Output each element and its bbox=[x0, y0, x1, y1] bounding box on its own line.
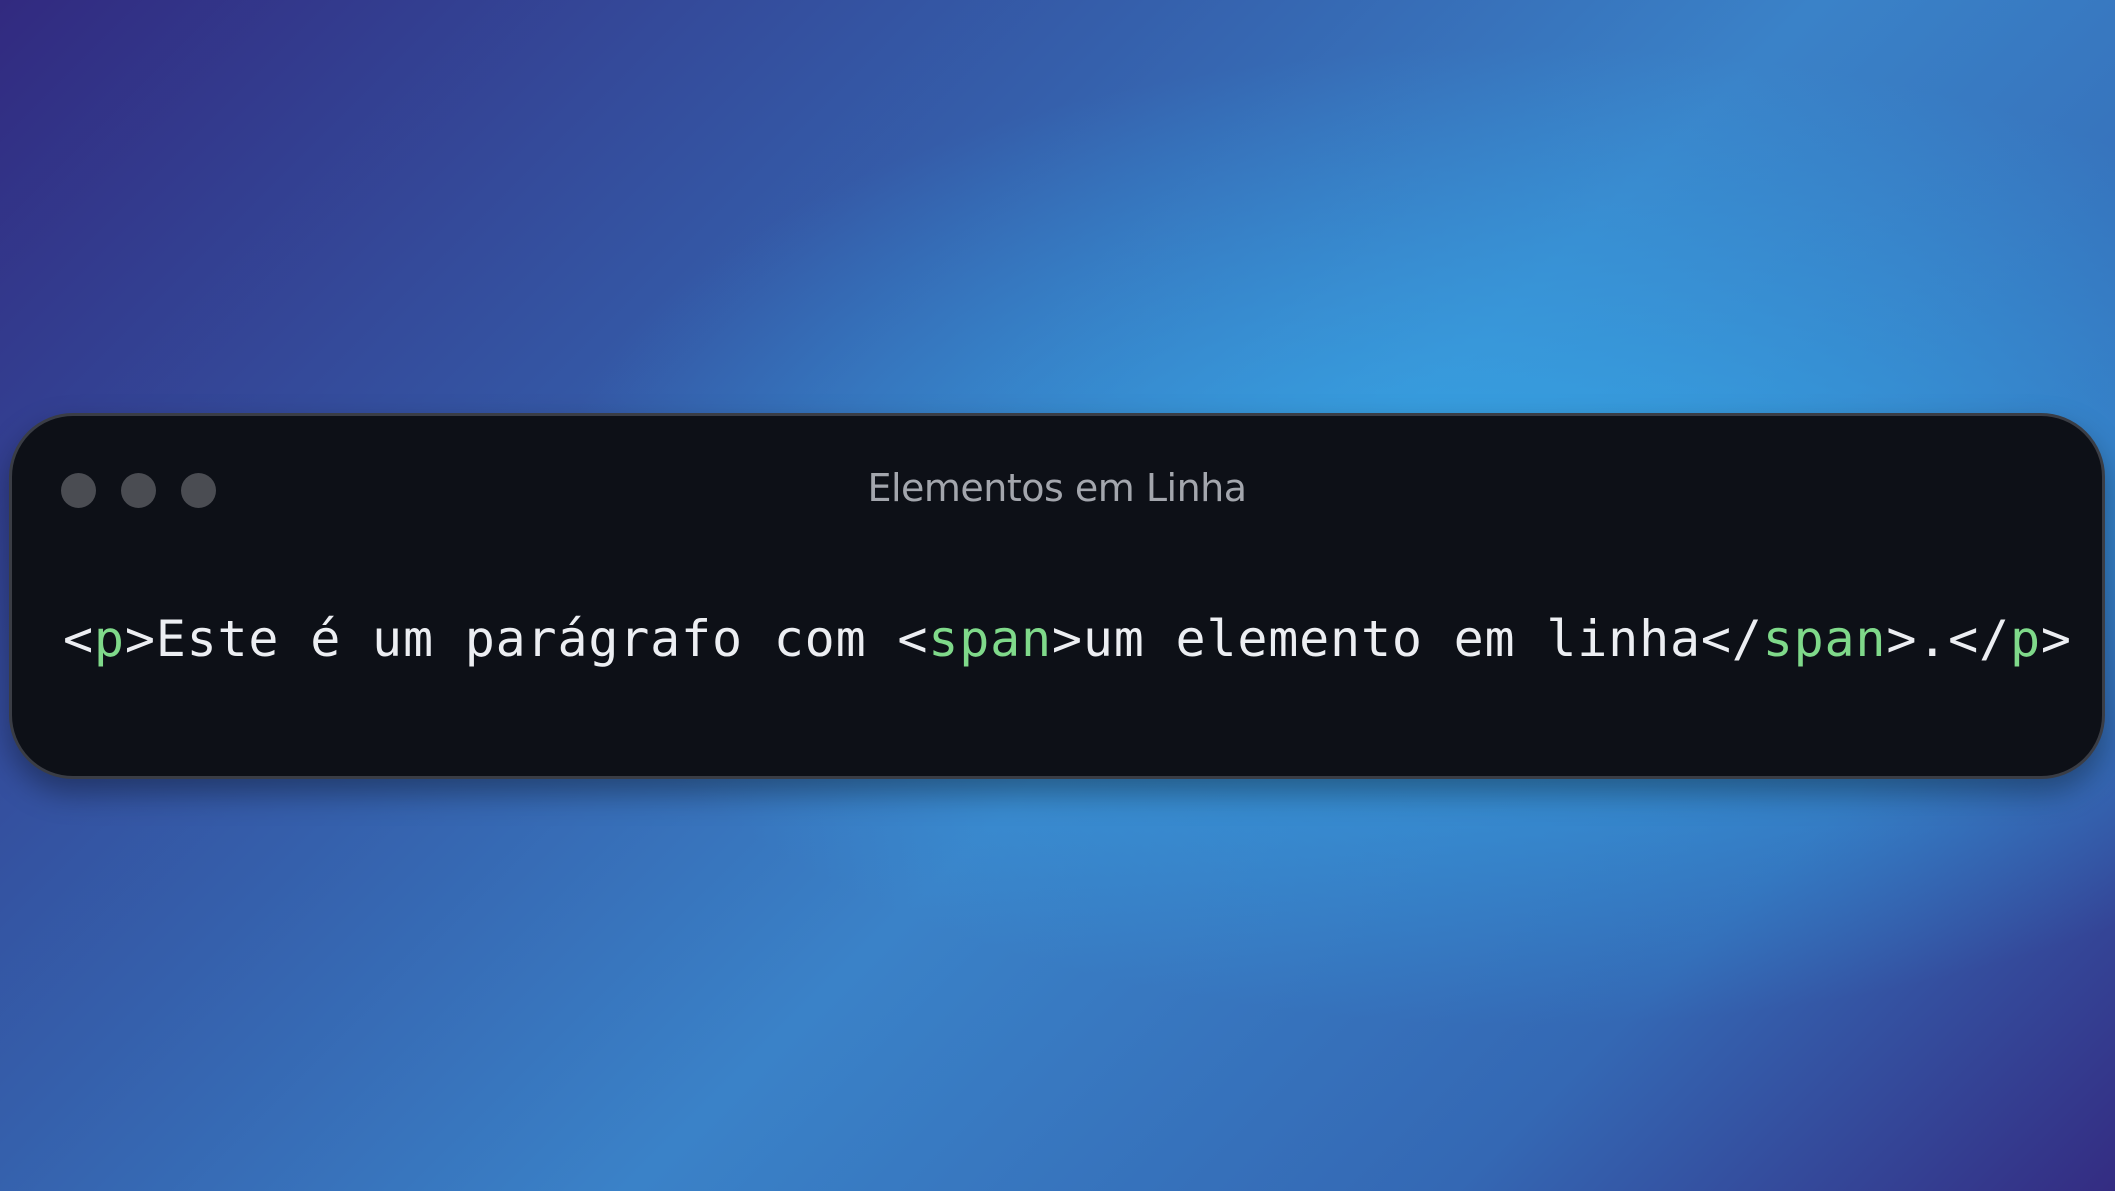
code-punct: < bbox=[63, 610, 94, 668]
code-punct: > bbox=[2040, 610, 2072, 668]
window-titlebar: Elementos em Linha bbox=[12, 416, 2102, 566]
code-tag-name: p bbox=[2009, 610, 2041, 668]
code-punct: < bbox=[897, 610, 929, 668]
code-tag-name: span bbox=[1762, 610, 1887, 668]
code-punct: </ bbox=[1948, 610, 2010, 668]
code-tag-name: span bbox=[928, 610, 1052, 668]
code-punct: > bbox=[1051, 610, 1083, 668]
code-tag-name: p bbox=[93, 610, 125, 668]
code-text: Este é um parágrafo com bbox=[155, 610, 898, 668]
window-title: Elementos em Linha bbox=[867, 466, 1247, 510]
code-line: <p>Este é um parágrafo com <span>um elem… bbox=[63, 609, 2072, 669]
code-punct: </ bbox=[1700, 610, 1763, 668]
code-text: . bbox=[1917, 610, 1949, 668]
code-punct: > bbox=[1886, 610, 1918, 668]
code-punct: > bbox=[124, 610, 156, 668]
code-text: um elemento em linha bbox=[1082, 610, 1701, 668]
code-window: Elementos em Linha <p>Este é um parágraf… bbox=[9, 413, 2105, 779]
